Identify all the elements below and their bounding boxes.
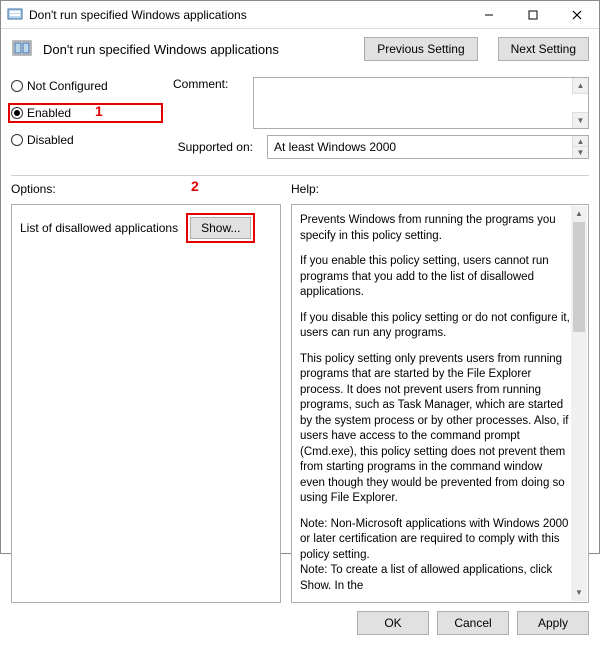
help-label: Help: xyxy=(291,182,589,196)
help-text: Note: To create a list of allowed applic… xyxy=(300,563,570,594)
radio-icon xyxy=(11,107,23,119)
comment-textarea[interactable]: ▲ ▼ xyxy=(253,77,589,129)
cancel-button[interactable]: Cancel xyxy=(437,611,509,635)
scroll-down-icon[interactable]: ▼ xyxy=(572,146,588,158)
next-setting-button[interactable]: Next Setting xyxy=(498,37,589,61)
radio-disabled[interactable]: Disabled xyxy=(11,133,163,147)
policy-icon xyxy=(7,7,23,23)
supported-value: At least Windows 2000 xyxy=(274,140,396,154)
radio-icon xyxy=(11,80,23,92)
titlebar: Don't run specified Windows applications xyxy=(1,1,599,29)
group-policy-editor-window: Don't run specified Windows applications… xyxy=(0,0,600,554)
window-title: Don't run specified Windows applications xyxy=(29,8,467,22)
minimize-button[interactable] xyxy=(467,1,511,29)
help-text: If you disable this policy setting or do… xyxy=(300,311,570,342)
apply-button[interactable]: Apply xyxy=(517,611,589,635)
supported-label: Supported on: xyxy=(173,140,253,154)
previous-setting-button[interactable]: Previous Setting xyxy=(364,37,477,61)
maximize-button[interactable] xyxy=(511,1,555,29)
options-label: Options: xyxy=(11,182,281,196)
close-button[interactable] xyxy=(555,1,599,29)
radio-label: Enabled xyxy=(27,106,71,120)
annotation-box-2: Show... xyxy=(186,213,255,243)
scroll-down-icon[interactable]: ▼ xyxy=(571,585,587,601)
scrollbar-thumb[interactable] xyxy=(573,222,585,332)
annotation-box-1: Enabled xyxy=(8,103,163,123)
policy-large-icon xyxy=(11,38,33,60)
radio-label: Not Configured xyxy=(27,79,108,93)
radio-not-configured[interactable]: Not Configured xyxy=(11,79,163,93)
help-panel: Prevents Windows from running the progra… xyxy=(291,204,589,603)
supported-on-field: At least Windows 2000 ▲ ▼ xyxy=(267,135,589,159)
scroll-up-icon[interactable]: ▲ xyxy=(571,206,587,222)
radio-icon xyxy=(11,134,23,146)
help-text: This policy setting only prevents users … xyxy=(300,352,570,507)
dialog-footer: OK Cancel Apply xyxy=(1,603,599,645)
radio-enabled[interactable]: Enabled xyxy=(11,106,71,120)
separator xyxy=(11,175,589,176)
scroll-up-icon[interactable]: ▲ xyxy=(572,78,588,94)
help-scrollbar[interactable]: ▲ ▼ xyxy=(571,206,587,601)
comment-label: Comment: xyxy=(173,77,243,91)
header: Don't run specified Windows applications… xyxy=(1,29,599,69)
help-text: If you enable this policy setting, users… xyxy=(300,254,570,301)
annotation-1: 1 xyxy=(95,103,103,119)
header-title: Don't run specified Windows applications xyxy=(43,42,354,57)
help-text: Note: Non-Microsoft applications with Wi… xyxy=(300,517,570,564)
scroll-down-icon[interactable]: ▼ xyxy=(572,112,588,128)
options-panel: List of disallowed applications Show... xyxy=(11,204,281,603)
radio-label: Disabled xyxy=(27,133,74,147)
disallowed-list-label: List of disallowed applications xyxy=(20,221,178,235)
ok-button[interactable]: OK xyxy=(357,611,429,635)
show-button[interactable]: Show... xyxy=(190,217,251,239)
help-text: Prevents Windows from running the progra… xyxy=(300,213,570,244)
annotation-2: 2 xyxy=(191,178,199,194)
